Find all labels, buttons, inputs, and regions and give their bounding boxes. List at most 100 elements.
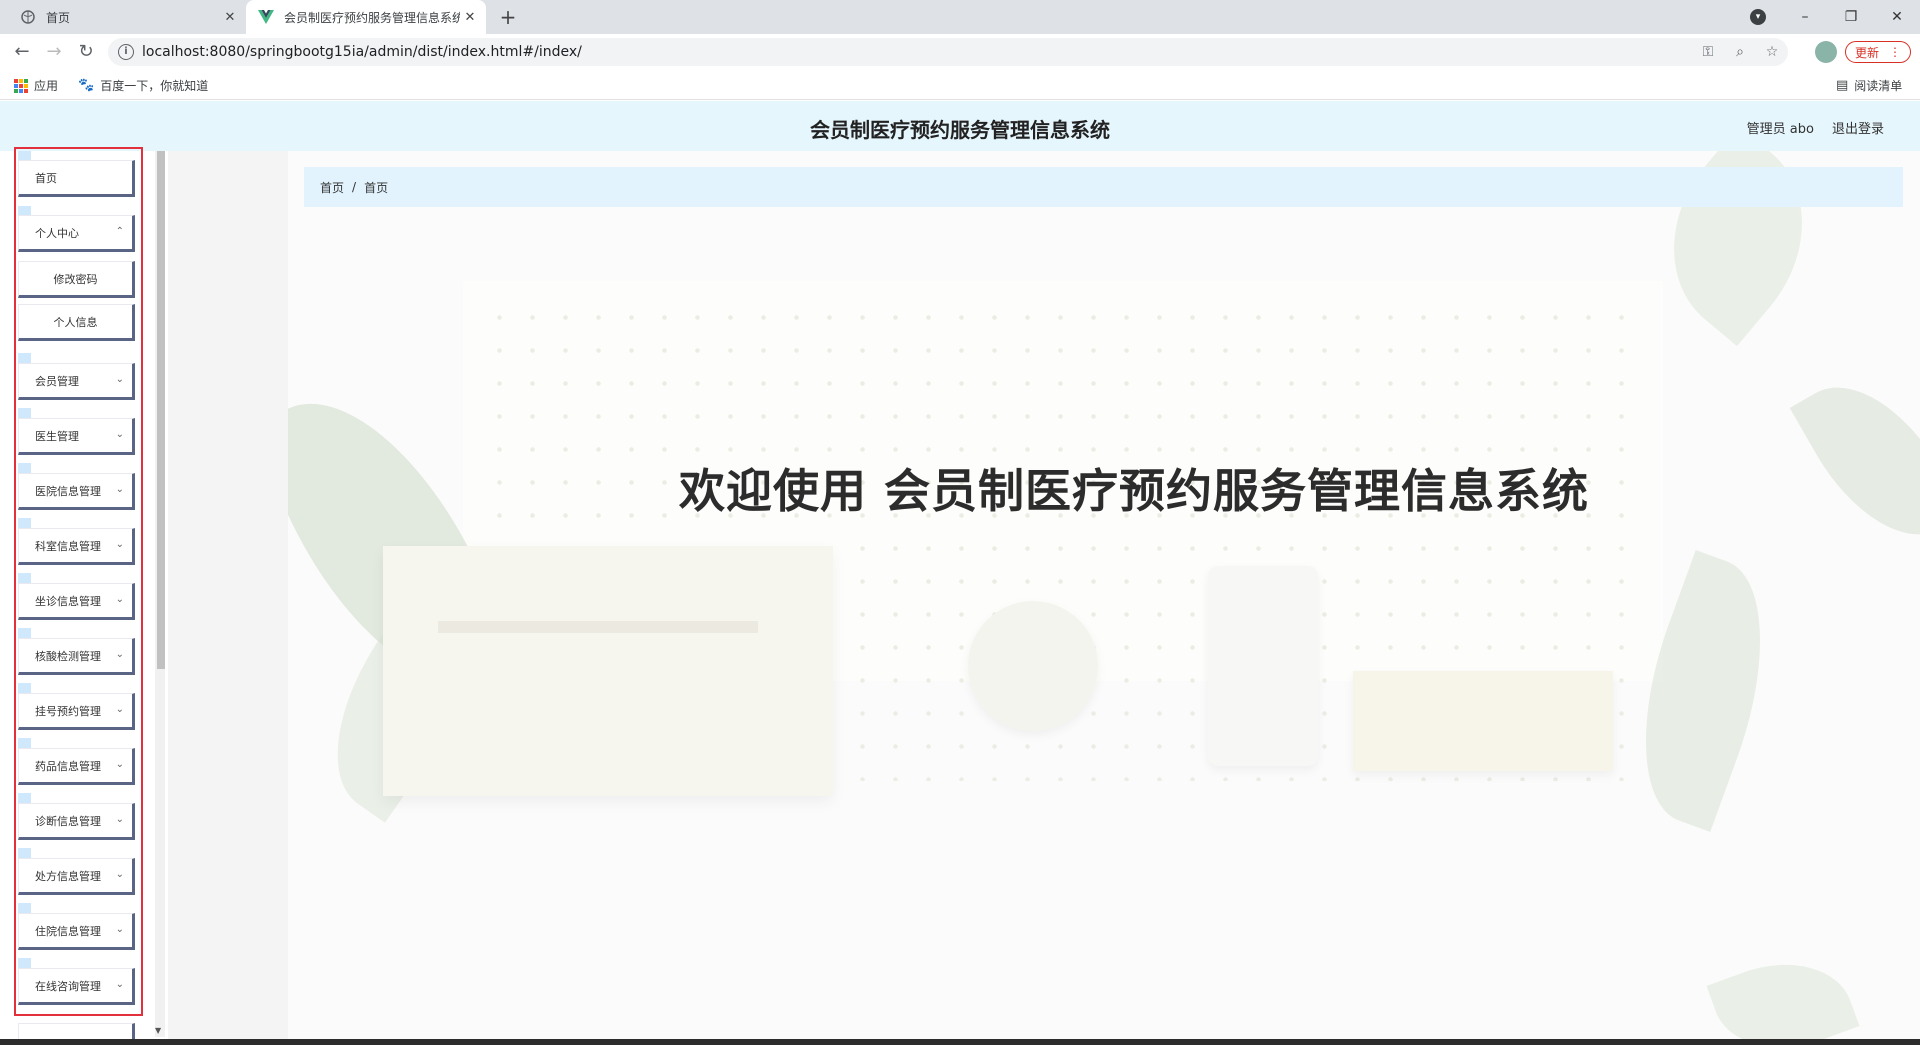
sidebar-item-online-consult-mgmt[interactable]: 在线咨询管理 ⌄ bbox=[18, 968, 135, 1005]
sidebar-item-label: 会员管理 bbox=[35, 374, 79, 388]
sidebar-item-label: 核酸检测管理 bbox=[35, 649, 101, 663]
sidebar-item-prescription-mgmt[interactable]: 处方信息管理 ⌄ bbox=[18, 858, 135, 895]
chevron-down-icon: ⌄ bbox=[115, 924, 124, 935]
update-label: 更新 bbox=[1854, 45, 1879, 60]
decor-cylinder bbox=[1208, 566, 1318, 766]
sidebar-item-label: 诊断信息管理 bbox=[35, 814, 101, 828]
decor-circle bbox=[968, 601, 1098, 731]
main-content: 首页 / 首页 欢迎使用 会员制医疗预约服务管理信息系统 bbox=[288, 151, 1920, 1045]
address-bar: ← → ↻ i localhost:8080/springbootg15ia/a… bbox=[0, 34, 1920, 70]
sidebar-item-hospital-mgmt[interactable]: 医院信息管理 ⌄ bbox=[18, 473, 135, 510]
forward-arrow-icon[interactable]: → bbox=[42, 41, 66, 63]
chevron-down-icon: ⌄ bbox=[115, 649, 124, 660]
chevron-up-icon: ⌃ bbox=[115, 226, 124, 237]
sidebar-item-label: 科室信息管理 bbox=[35, 539, 101, 553]
bookmark-apps[interactable]: 应用 bbox=[14, 77, 58, 94]
plant-leaf-bottom bbox=[1706, 941, 1860, 1045]
key-icon[interactable]: ⚿ bbox=[1692, 44, 1724, 60]
current-user: 管理员 abo bbox=[1746, 122, 1814, 137]
bookmark-baidu[interactable]: 🐾 百度一下，你就知道 bbox=[78, 77, 208, 94]
scroll-down-arrow-icon[interactable]: ▼ bbox=[155, 1026, 161, 1035]
url-text[interactable]: localhost:8080/springbootg15ia/admin/dis… bbox=[142, 44, 1692, 60]
more-menu-icon: ⋮ bbox=[1889, 45, 1901, 59]
sidebar-item-label: 首页 bbox=[35, 171, 57, 185]
sidebar-item-label: 药品信息管理 bbox=[35, 759, 101, 773]
breadcrumb-item[interactable]: 首页 bbox=[320, 179, 344, 196]
sidebar-item-label: 住院信息管理 bbox=[35, 924, 101, 938]
new-tab-button[interactable]: + bbox=[496, 5, 520, 29]
breadcrumb-item-current: 首页 bbox=[364, 180, 389, 195]
breadcrumb-separator: / bbox=[352, 180, 357, 194]
sidebar-item-label: 医院信息管理 bbox=[35, 484, 101, 498]
reading-list[interactable]: ▤ 阅读清单 bbox=[1836, 77, 1902, 94]
vue-logo-icon bbox=[258, 9, 274, 25]
sidebar-item-diagnosis-mgmt[interactable]: 诊断信息管理 ⌄ bbox=[18, 803, 135, 840]
tab-title: 首页 bbox=[46, 10, 71, 25]
window-controls: – ❐ ✕ bbox=[1782, 0, 1920, 34]
sidebar-item-appointment-mgmt[interactable]: 挂号预约管理 ⌄ bbox=[18, 693, 135, 730]
sidebar-item-label: 医生管理 bbox=[35, 429, 79, 443]
chevron-down-icon: ⌄ bbox=[115, 484, 124, 495]
bookmarks-bar: 应用 🐾 百度一下，你就知道 ▤ 阅读清单 bbox=[0, 70, 1920, 100]
sidebar-item-label: 修改密码 bbox=[53, 272, 98, 286]
sidebar-item-home[interactable]: 首页 bbox=[18, 160, 135, 197]
omnibox[interactable]: i localhost:8080/springbootg15ia/admin/d… bbox=[108, 38, 1788, 66]
sidebar-subitem-personal-info[interactable]: 个人信息 bbox=[18, 304, 135, 341]
decor-block bbox=[1353, 671, 1613, 771]
tab-search-icon[interactable]: ▾ bbox=[1750, 9, 1766, 25]
sidebar-item-nucleic-test-mgmt[interactable]: 核酸检测管理 ⌄ bbox=[18, 638, 135, 675]
close-tab-icon[interactable]: ✕ bbox=[220, 10, 240, 25]
restore-icon[interactable]: ❐ bbox=[1828, 9, 1874, 25]
header-user-area: 管理员 abo 退出登录 bbox=[1747, 118, 1884, 137]
welcome-heading: 欢迎使用 会员制医疗预约服务管理信息系统 bbox=[678, 464, 1589, 518]
breadcrumb: 首页 / 首页 bbox=[304, 167, 1903, 207]
bookmark-label: 应用 bbox=[34, 79, 59, 93]
taskbar-edge bbox=[0, 1039, 1920, 1045]
reading-list-icon: ▤ bbox=[1836, 78, 1849, 93]
globe-icon bbox=[20, 9, 36, 25]
zoom-icon[interactable]: ⌕ bbox=[1724, 44, 1756, 60]
sidebar-item-inpatient-mgmt[interactable]: 住院信息管理 ⌄ bbox=[18, 913, 135, 950]
reload-icon[interactable]: ↻ bbox=[74, 41, 98, 63]
sidebar-item-clinic-schedule-mgmt[interactable]: 坐诊信息管理 ⌄ bbox=[18, 583, 135, 620]
sidebar-item-label: 个人中心 bbox=[35, 226, 79, 240]
chevron-down-icon: ⌄ bbox=[115, 979, 124, 990]
close-window-icon[interactable]: ✕ bbox=[1874, 9, 1920, 25]
chevron-down-icon: ⌄ bbox=[115, 374, 124, 385]
sidebar-item-medicine-mgmt[interactable]: 药品信息管理 ⌄ bbox=[18, 748, 135, 785]
app-header: 会员制医疗预约服务管理信息系统 管理员 abo 退出登录 bbox=[0, 101, 1920, 151]
sidebar-gutter bbox=[165, 151, 288, 1045]
chevron-down-icon: ⌄ bbox=[115, 814, 124, 825]
apps-grid-icon bbox=[14, 78, 28, 93]
sidebar-scrollbar-thumb[interactable] bbox=[157, 151, 165, 669]
minimize-icon[interactable]: – bbox=[1782, 9, 1828, 25]
tab-title: 会员制医疗预约服务管理信息系统 bbox=[284, 10, 460, 25]
sidebar-item-member-mgmt[interactable]: 会员管理 ⌄ bbox=[18, 363, 135, 400]
chevron-down-icon: ⌄ bbox=[115, 869, 124, 880]
close-tab-icon[interactable]: ✕ bbox=[460, 10, 480, 25]
logout-link[interactable]: 退出登录 bbox=[1832, 118, 1884, 137]
sidebar-item-label: 在线咨询管理 bbox=[35, 979, 101, 993]
chevron-down-icon: ⌄ bbox=[115, 704, 124, 715]
sidebar-item-department-mgmt[interactable]: 科室信息管理 ⌄ bbox=[18, 528, 135, 565]
star-icon[interactable]: ☆ bbox=[1756, 44, 1788, 60]
sidebar-item-doctor-mgmt[interactable]: 医生管理 ⌄ bbox=[18, 418, 135, 455]
sidebar-item-personal-center[interactable]: 个人中心 ⌃ bbox=[18, 215, 135, 252]
update-button[interactable]: 更新 ⋮ bbox=[1845, 41, 1911, 63]
site-info-icon[interactable]: i bbox=[118, 44, 134, 60]
app-title: 会员制医疗预约服务管理信息系统 bbox=[810, 118, 1110, 142]
sidebar-item-label: 挂号预约管理 bbox=[35, 704, 101, 718]
decor-box bbox=[383, 546, 833, 796]
reading-list-label: 阅读清单 bbox=[1854, 79, 1903, 93]
chevron-down-icon: ⌄ bbox=[115, 594, 124, 605]
browser-tab-system[interactable]: 会员制医疗预约服务管理信息系统 ✕ bbox=[246, 0, 486, 34]
chevron-down-icon: ⌄ bbox=[115, 759, 124, 770]
profile-avatar[interactable] bbox=[1815, 41, 1837, 63]
decor-bar bbox=[438, 621, 758, 633]
baidu-paw-icon: 🐾 bbox=[78, 78, 95, 93]
sidebar-item-label: 坐诊信息管理 bbox=[35, 594, 101, 608]
chevron-down-icon: ⌄ bbox=[115, 539, 124, 550]
sidebar-subitem-change-password[interactable]: 修改密码 bbox=[18, 261, 135, 298]
browser-tab-home[interactable]: 首页 ✕ bbox=[8, 0, 246, 34]
back-arrow-icon[interactable]: ← bbox=[10, 41, 34, 63]
